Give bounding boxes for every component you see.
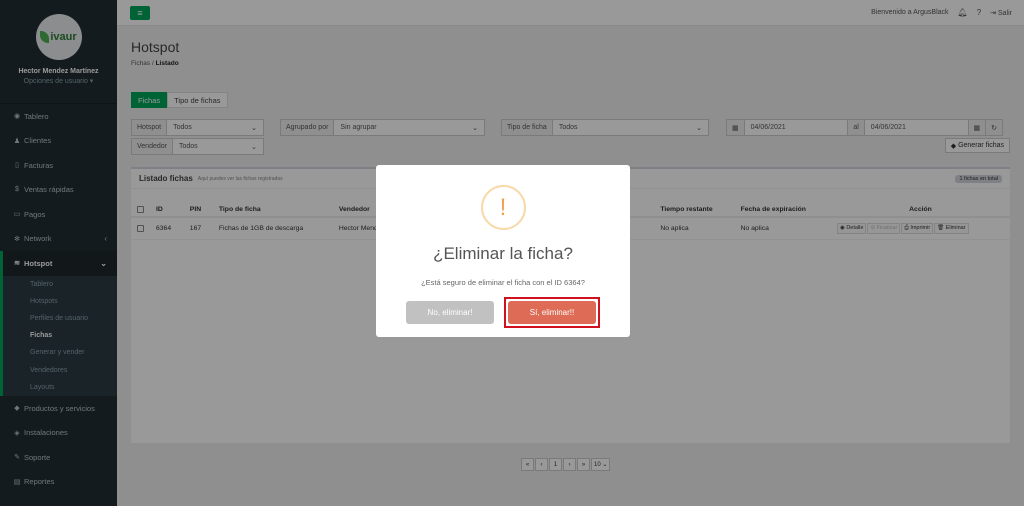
dialog-title: ¿Eliminar la ficha? xyxy=(433,244,573,263)
dialog-text: ¿Está seguro de eliminar el ficha con el… xyxy=(421,278,585,287)
dialog-buttons: No, eliminar! Sí, eliminar!! xyxy=(376,297,630,328)
cancel-button[interactable]: No, eliminar! xyxy=(406,301,494,324)
confirm-delete-button[interactable]: Sí, eliminar!! xyxy=(508,301,596,324)
confirm-highlight: Sí, eliminar!! xyxy=(504,297,600,328)
confirm-dialog: ! ¿Eliminar la ficha? ¿Está seguro de el… xyxy=(376,165,630,337)
warning-icon: ! xyxy=(480,185,526,230)
